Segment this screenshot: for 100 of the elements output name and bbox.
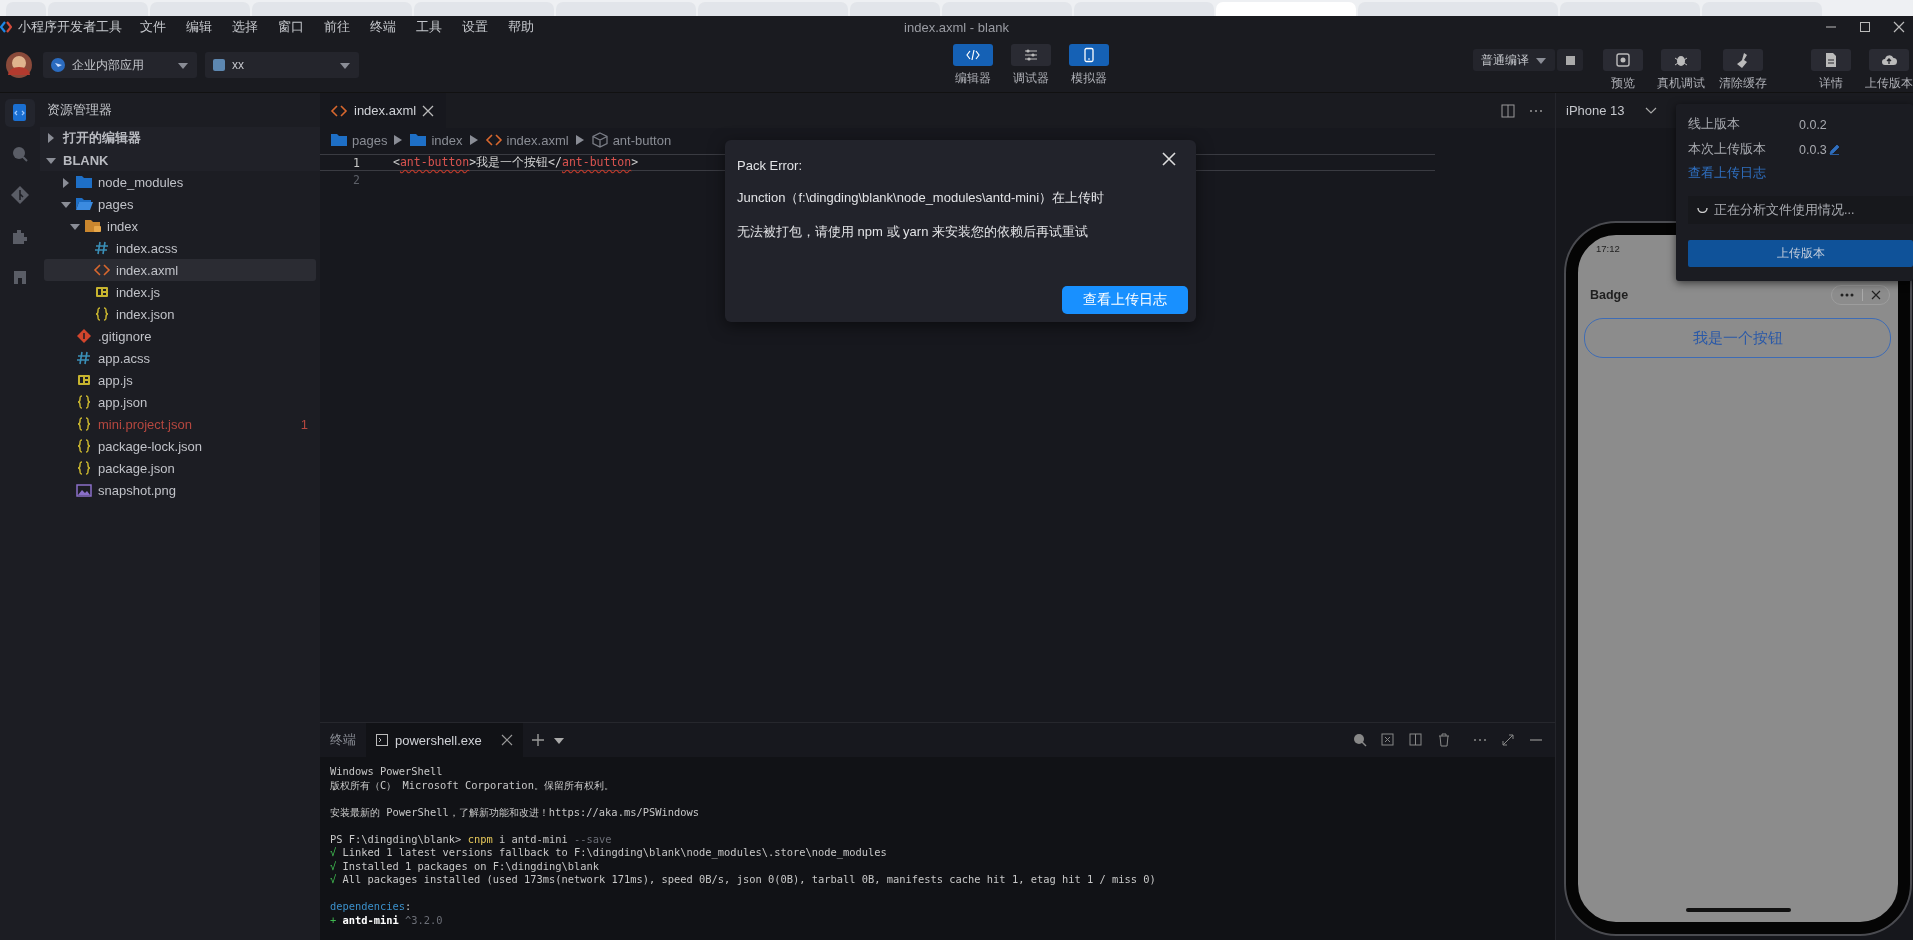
- terminal-line: 版权所有（C） Microsoft Corporation。保留所有权利。: [330, 778, 615, 792]
- close-icon[interactable]: [1893, 21, 1905, 33]
- toolbar-button[interactable]: [1869, 49, 1909, 71]
- toolbar-label: 清除缓存: [1719, 75, 1767, 92]
- breadcrumb[interactable]: index.axml: [484, 131, 569, 149]
- menu-item[interactable]: 终端: [360, 18, 406, 36]
- expand-icon[interactable]: [1501, 733, 1515, 747]
- search-icon[interactable]: [1353, 733, 1367, 747]
- file-item[interactable]: app.js: [44, 369, 316, 391]
- toolbar-button[interactable]: [1811, 49, 1851, 71]
- file-item[interactable]: app.json: [44, 391, 316, 413]
- spinner-icon: [1697, 207, 1708, 213]
- breadcrumb[interactable]: ant-button: [590, 131, 672, 149]
- mode-button[interactable]: [953, 43, 994, 66]
- terminal-line: √ Installed 1 packages on F:\dingding\blank: [330, 859, 600, 873]
- maximize-icon[interactable]: [1859, 21, 1871, 33]
- close-icon[interactable]: [500, 734, 513, 746]
- terminal-line: √ Linked 1 latest versions fallback to F:\dingding\blank\node_modules\.store\node_modules: [330, 846, 888, 860]
- organization-select[interactable]: 企业内部应用: [43, 52, 197, 78]
- code-line: <ant-button>我是一个按钮</ant-button>: [393, 155, 639, 170]
- file-item[interactable]: app.acss: [44, 347, 316, 369]
- terminal-line: + antd-mini ^3.2.0: [330, 913, 444, 927]
- compile-select[interactable]: 普通编译: [1473, 49, 1555, 71]
- menu-item[interactable]: 设置: [452, 18, 498, 36]
- breadcrumb[interactable]: pages: [330, 131, 388, 149]
- device-select[interactable]: iPhone 13: [1566, 103, 1625, 118]
- folder-item[interactable]: pages: [44, 193, 316, 215]
- hash-icon: [93, 239, 111, 257]
- close-icon: [1871, 290, 1881, 300]
- toolbar-button[interactable]: [1603, 49, 1643, 71]
- file-item[interactable]: package-lock.json: [44, 435, 316, 457]
- file-item[interactable]: snapshot.png: [44, 479, 316, 501]
- split-editor-icon[interactable]: [1501, 103, 1515, 118]
- activity-button[interactable]: [5, 99, 35, 127]
- menu-item[interactable]: 文件: [130, 18, 176, 36]
- problem-count: 1: [300, 416, 308, 432]
- trash-icon[interactable]: [1437, 733, 1451, 747]
- open-folder-icon: [75, 195, 93, 213]
- mode-button[interactable]: [1011, 43, 1052, 66]
- window-title: index.axml - blank: [904, 19, 1009, 35]
- cube-icon: [590, 131, 609, 149]
- menu-item[interactable]: 帮助: [498, 18, 544, 36]
- menu-item[interactable]: 窗口: [268, 18, 314, 36]
- terminal-tab[interactable]: 终端: [320, 723, 366, 757]
- project-select[interactable]: xx: [205, 52, 359, 78]
- file-item[interactable]: index.json: [44, 303, 316, 325]
- mode-button[interactable]: [1069, 43, 1110, 66]
- stop-button[interactable]: [1557, 49, 1583, 71]
- menu-item[interactable]: 编辑: [176, 18, 222, 36]
- pencil-icon[interactable]: [1828, 144, 1840, 155]
- panel-title: 资源管理器: [46, 101, 113, 119]
- menu-item[interactable]: 前往: [314, 18, 360, 36]
- dialog-title: Pack Error:: [737, 158, 803, 173]
- chevron-right-icon: [574, 134, 585, 146]
- search-icon: [10, 144, 30, 164]
- file-item[interactable]: index.acss: [44, 237, 316, 259]
- toolbar-button[interactable]: [1661, 49, 1701, 71]
- file-item[interactable]: package.json: [44, 457, 316, 479]
- diamond-icon: [75, 327, 93, 345]
- mode-label: 编辑器: [955, 69, 992, 87]
- mode-label: 调试器: [1013, 69, 1050, 87]
- field-label: 本次上传版本: [1688, 141, 1767, 158]
- error-message: Junction（f:\dingding\blank\node_modules\antd-mini）在上传时: [737, 189, 1106, 207]
- chevron-right-icon: [393, 134, 404, 146]
- upload-button[interactable]: 上传版本: [1688, 240, 1913, 267]
- toolbar-button[interactable]: [1723, 49, 1763, 71]
- folder-icon: [409, 131, 428, 149]
- breadcrumb[interactable]: index: [409, 131, 463, 149]
- close-icon[interactable]: [422, 104, 435, 117]
- folder-icon: [75, 173, 93, 191]
- field-label: 线上版本: [1688, 116, 1741, 133]
- app-name: 小程序开发者工具: [18, 18, 122, 36]
- split-icon[interactable]: [1409, 733, 1423, 747]
- section-header[interactable]: 打开的编辑器: [40, 127, 320, 149]
- menu-item[interactable]: 工具: [406, 18, 452, 36]
- terminal-line: √ All packages installed (used 173ms(network 171ms), speed 0B/s, json 0(0B), tarball 0B, manifests cache hit 1, etag hit 1 / miss 0): [330, 873, 1157, 887]
- clear-icon[interactable]: [1381, 733, 1395, 747]
- chevron-down-icon[interactable]: [1644, 106, 1657, 115]
- folder-item[interactable]: node_modules: [44, 171, 316, 193]
- folder-item[interactable]: index: [44, 215, 316, 237]
- braces-icon: [75, 393, 93, 411]
- braces-icon: [93, 305, 111, 323]
- error-message: 无法被打包，请使用 npm 或 yarn 来安装您的依赖后再试重试: [737, 223, 1090, 241]
- terminal-line: 安装最新的 PowerShell，了解新功能和改进！https://aka.ms/PSWindows: [330, 804, 700, 819]
- menu-item[interactable]: 选择: [222, 18, 268, 36]
- file-item[interactable]: .gitignore: [44, 325, 316, 347]
- braces-icon: [75, 459, 93, 477]
- braces-icon: [75, 415, 93, 433]
- app-logo-icon: [0, 20, 12, 34]
- toolbar-label: 真机调试: [1657, 75, 1705, 92]
- eye-icon: [1615, 52, 1631, 68]
- section-header[interactable]: BLANK: [40, 149, 320, 171]
- file-item[interactable]: index.axml: [44, 259, 316, 281]
- file-item[interactable]: index.js: [44, 281, 316, 303]
- upload-log-link[interactable]: 查看上传日志: [1688, 164, 1766, 182]
- terminal-line: dependencies:: [330, 899, 413, 914]
- plus-icon[interactable]: [530, 733, 545, 747]
- chevron-right-icon: [468, 134, 479, 146]
- terminal-line: PS F:\dingding\blank> cnpm i antd-mini --save: [330, 831, 613, 846]
- terminal-tab[interactable]: powershell.exe: [366, 723, 523, 757]
